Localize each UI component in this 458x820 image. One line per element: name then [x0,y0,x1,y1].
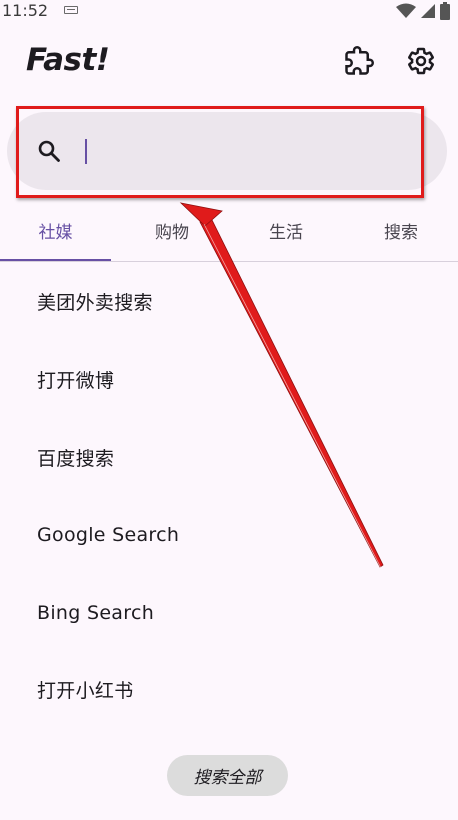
tab-search[interactable]: 搜索 [344,214,458,262]
list-item[interactable]: 打开小红书 [37,671,417,711]
status-bar: 11:52 [0,0,458,22]
app-title: Fast! [26,42,110,78]
puzzle-icon [344,46,374,80]
signal-icon [420,3,436,23]
annotation-highlight-box [16,106,424,198]
list-item[interactable]: 美团外卖搜索 [37,283,417,323]
tab-life[interactable]: 生活 [229,214,343,262]
list-item[interactable]: 百度搜索 [37,439,417,479]
category-tabs: 社媒 购物 生活 搜索 [0,214,458,262]
list-item[interactable]: Bing Search [37,593,417,633]
settings-button[interactable] [405,47,437,79]
gear-icon [406,46,436,80]
search-all-button[interactable]: 搜索全部 [167,755,288,796]
plugin-button[interactable] [343,46,375,80]
list-item[interactable]: 打开微博 [37,361,417,401]
battery-icon [440,2,450,24]
status-time: 11:52 [2,1,49,20]
tab-social[interactable]: 社媒 [0,214,111,262]
keyboard-icon [64,6,78,14]
status-icons [396,2,450,24]
wifi-icon [396,3,416,23]
tabs-divider [0,261,458,262]
tab-shopping[interactable]: 购物 [115,214,229,262]
list-item[interactable]: Google Search [37,515,417,555]
